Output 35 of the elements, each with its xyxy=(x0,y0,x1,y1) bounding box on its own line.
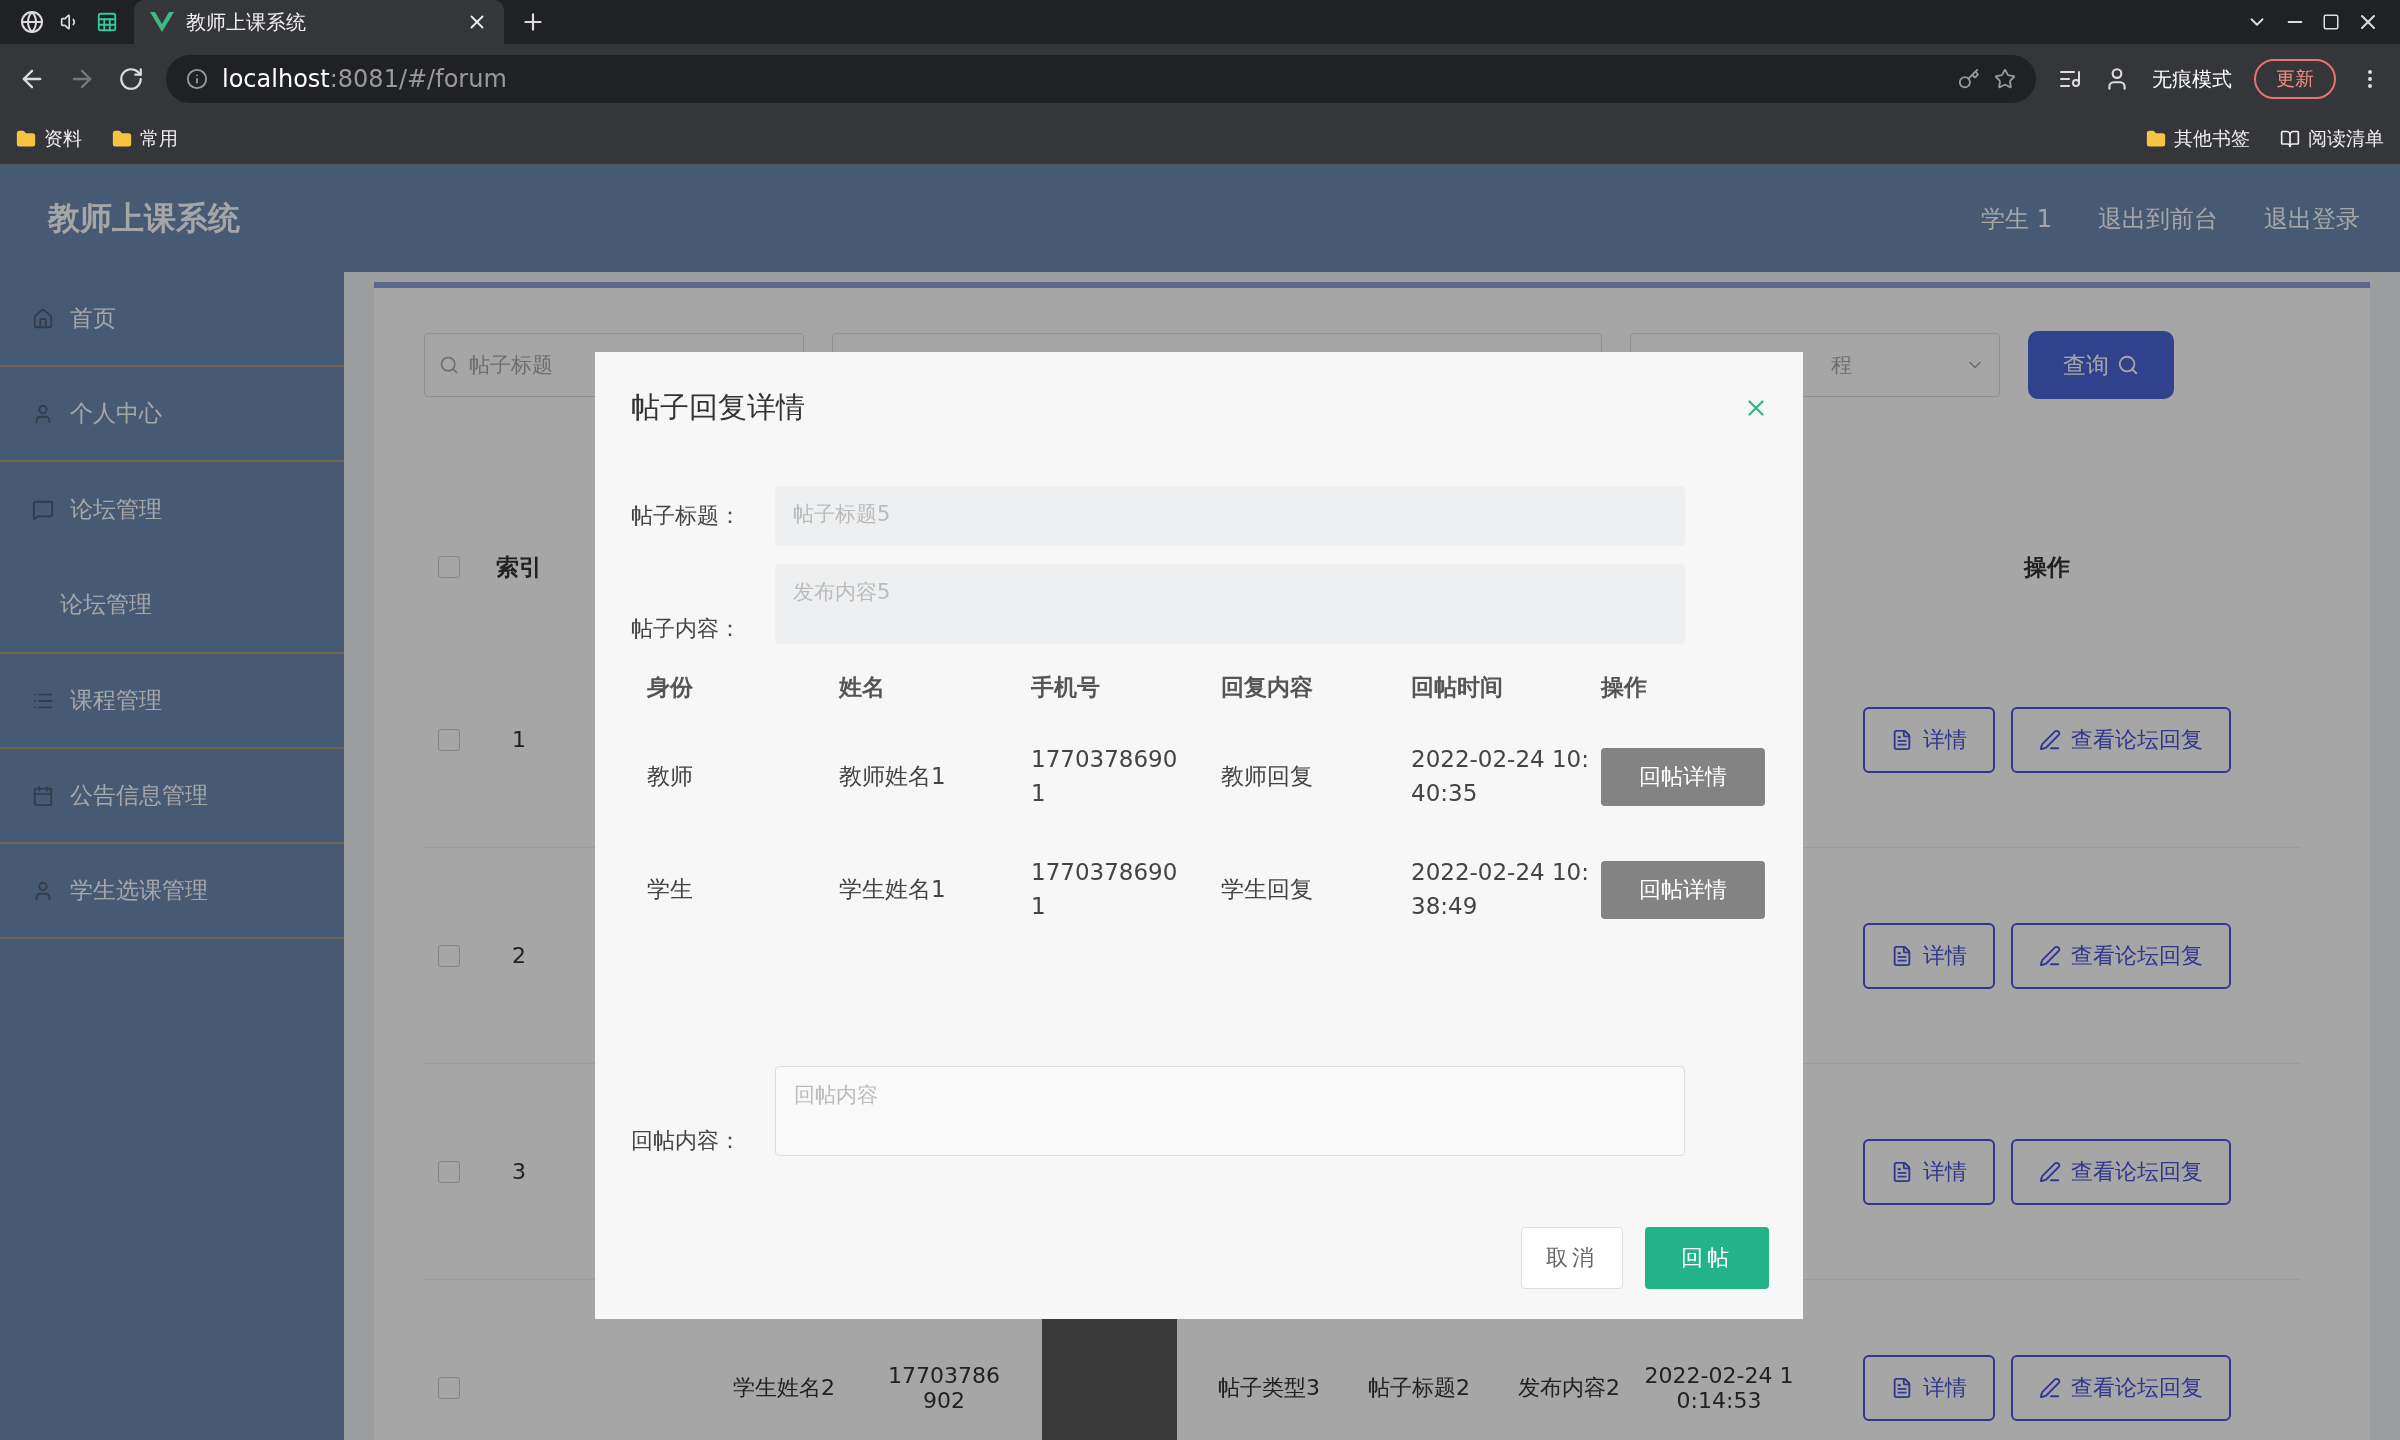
tab-title: 教师上课系统 xyxy=(186,8,307,36)
field-label: 帖子内容： xyxy=(631,615,742,643)
url-text: localhost:8081/#/forum xyxy=(222,65,507,93)
table-cell-text: 17703786901 xyxy=(1031,745,1179,808)
table-cell-text: 学生姓名1 xyxy=(839,874,947,904)
table-cell-text: 帖子标题2 xyxy=(1367,1373,1471,1402)
app-title: 教师上课系统 xyxy=(48,197,241,239)
table-cell-text: 2022-02-24 10:40:35 xyxy=(1411,745,1590,808)
column-header: 姓名 xyxy=(839,673,886,703)
column-header: 索引 xyxy=(495,552,543,582)
dialog-title: 帖子回复详情 xyxy=(631,389,805,426)
table-cell-text: 教师 xyxy=(647,761,694,791)
column-header: 身份 xyxy=(647,673,694,703)
table-cell-text: 学生姓名2 xyxy=(732,1373,836,1402)
table-cell-text: 教师姓名1 xyxy=(839,761,947,791)
column-header: 回复内容 xyxy=(1221,673,1314,703)
table-cell: 2022-02-24 10:14:53 xyxy=(1644,1362,1794,1413)
column-header: 操作 xyxy=(1601,673,1648,703)
table-cell-text: 2022-02-24 10:38:49 xyxy=(1411,858,1590,921)
table-cell-text: 17703786902 xyxy=(887,1362,1001,1413)
field-label: 帖子标题： xyxy=(631,502,742,530)
user-name: 学生 1 xyxy=(1981,203,2052,235)
table-cell-text: 17703786901 xyxy=(1031,858,1179,921)
table-cell-text: 1 xyxy=(511,727,527,752)
column-header: 回帖时间 xyxy=(1411,673,1504,703)
field-label: 回帖内容： xyxy=(631,1127,742,1155)
table-cell-text: 教师回复 xyxy=(1221,761,1314,791)
table-cell-text: 学生回复 xyxy=(1221,874,1314,904)
column-header: 手机号 xyxy=(1031,673,1101,703)
table-cell-text: 3 xyxy=(511,1159,527,1184)
table-cell-text: 2 xyxy=(511,943,527,968)
column-header: 操作 xyxy=(2022,552,2071,582)
table-cell-text: 发布内容2 xyxy=(1517,1373,1621,1402)
table-cell-text: 学生 xyxy=(647,874,694,904)
table-cell-text: 帖子类型3 xyxy=(1217,1373,1321,1402)
